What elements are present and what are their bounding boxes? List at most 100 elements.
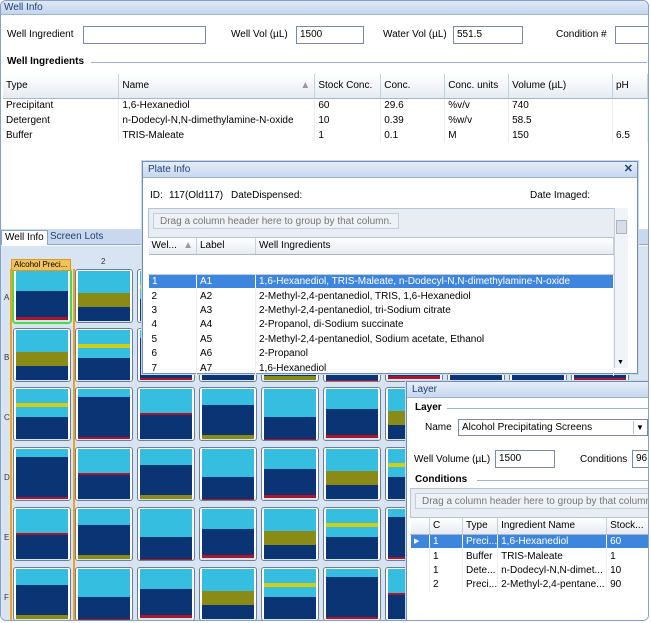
table-row[interactable]: 5 A5 2-Methyl-2,4-pentanediol, Sodium acet… (148, 332, 614, 347)
table-row[interactable]: 4 A4 2-Propanol, di-Sodium succinate (148, 317, 614, 332)
column-header-conc-units[interactable]: Conc. units (444, 74, 510, 99)
condition-field[interactable] (615, 26, 648, 44)
well-band (264, 619, 316, 620)
well-ingredient-field[interactable] (83, 26, 206, 44)
column-header-c[interactable]: C (429, 518, 463, 535)
table-cell: %v/v (444, 98, 510, 113)
column-header-stock-conc[interactable]: Stock Conc. (314, 74, 382, 99)
filter-row[interactable] (148, 254, 614, 275)
main-window: Well Info Well Ingredient Well Vol (µL) … (0, 0, 649, 621)
table-row[interactable]: Precipitant 1,6-Hexanediol 60 29.6 %v/v 740 (3, 98, 648, 113)
row-expander[interactable] (410, 548, 430, 563)
scroll-thumb[interactable] (616, 220, 627, 234)
well-image[interactable] (199, 387, 257, 441)
well-band (326, 438, 378, 440)
conditions-field[interactable]: 96 (632, 450, 648, 468)
well-image[interactable] (199, 567, 257, 620)
well-image[interactable] (137, 507, 195, 561)
tab-well-info[interactable]: Well Info (1, 230, 48, 245)
table-cell: 2-Propanol (255, 346, 614, 361)
well-image[interactable] (199, 447, 257, 501)
table-cell: 2 (429, 577, 463, 592)
well-band (264, 380, 316, 381)
table-row[interactable]: 7 A7 1,6-Hexanediol (148, 361, 614, 376)
scroll-down-icon[interactable]: ▼ (617, 359, 624, 366)
table-row[interactable]: Buffer TRIS-Maleate 1 0.1 M 150 6.5 (3, 128, 648, 143)
well-band (140, 380, 192, 381)
well-image[interactable] (75, 567, 133, 620)
row-label: A (4, 293, 10, 302)
well-band (140, 389, 192, 413)
well-image[interactable] (261, 507, 319, 561)
well-image[interactable] (75, 328, 133, 382)
column-header-label[interactable]: Label (196, 238, 256, 255)
well-band (202, 509, 254, 529)
well-image[interactable] (261, 447, 319, 501)
water-vol-field[interactable]: 551.5 (453, 26, 523, 44)
column-header-conc[interactable]: Conc. (380, 74, 446, 99)
well-band (78, 271, 130, 293)
table-row[interactable]: 1 Dete... n-Dodecyl-N,N-dimet... 10 (410, 563, 648, 578)
table-cell: 10 (314, 113, 382, 128)
well-band (264, 569, 316, 583)
well-image[interactable] (261, 567, 319, 620)
column-header-stock[interactable]: Stock... (606, 518, 648, 535)
group-by-box[interactable]: Drag a column header here to group by th… (410, 488, 648, 518)
well-image[interactable] (137, 567, 195, 620)
well-image[interactable] (75, 447, 133, 501)
column-header-volume[interactable]: Volume (µL) (508, 74, 613, 99)
well-vol-field[interactable]: 1500 (296, 26, 364, 44)
well-band (140, 499, 192, 500)
well-ingredients-heading: Well Ingredients (7, 56, 85, 67)
well-image[interactable] (323, 507, 381, 561)
column-header-name[interactable]: Name ▲ (118, 74, 316, 99)
table-row[interactable]: 1 A1 1,6-Hexanediol, TRIS-Maleate, n-Dodec… (148, 273, 614, 289)
row-expander[interactable] (410, 563, 430, 578)
layer-name-select[interactable]: Alcohol Precipitating Screens ▼ (458, 419, 648, 436)
well-image[interactable] (75, 387, 133, 441)
column-header-well-ingredients[interactable]: Well Ingredients (255, 238, 614, 255)
layer-tab[interactable]: Alcohol Preci... (11, 259, 71, 271)
well-band (326, 449, 378, 471)
well-image[interactable] (323, 387, 381, 441)
table-row[interactable]: 3 A3 2-Methyl-2,4-pentanediol, tri-Sodium … (148, 303, 614, 318)
table-row[interactable]: 2 A2 2-Methyl-2,4-pentanediol, TRIS, 1,6-H… (148, 288, 614, 303)
name-label: Name (425, 422, 452, 433)
table-row[interactable]: 6 A6 2-Propanol (148, 346, 614, 361)
table-row[interactable]: ▶ 1 Preci... 1,6-Hexanediol 60 (410, 533, 648, 549)
plate-info-panel: Plate Info ✕ ID: 117(Old117) DateDispens… (142, 161, 638, 376)
well-image[interactable] (137, 447, 195, 501)
table-cell: n-Dodecyl-N,N-dimethylamine-N-oxide (118, 113, 316, 128)
well-image[interactable] (199, 507, 257, 561)
well-image[interactable] (137, 387, 195, 441)
well-image[interactable] (323, 447, 381, 501)
table-row[interactable]: 2 Preci... 2-Methyl-2,4-pentane... 90 (410, 577, 648, 592)
well-image[interactable] (323, 567, 381, 620)
row-expander[interactable] (410, 577, 430, 592)
table-cell: %w/v (444, 113, 510, 128)
well-band (78, 525, 130, 555)
table-row[interactable]: Detergent n-Dodecyl-N,N-dimethylamine-N-o… (3, 113, 648, 128)
close-icon[interactable]: ✕ (624, 164, 633, 175)
tab-screen-lots[interactable]: Screen Lots (47, 230, 106, 245)
column-header-type[interactable]: Type (462, 518, 499, 535)
column-header-ph[interactable]: pH (612, 74, 648, 99)
table-row[interactable]: 1 Buffer TRIS-Maleate 1 (410, 548, 648, 563)
well-image[interactable] (261, 387, 319, 441)
well-band (326, 527, 378, 537)
column-header-well[interactable]: Wel... ▲ (148, 238, 197, 255)
table-cell: 90 (606, 577, 648, 592)
column-header-type[interactable]: Type (3, 74, 120, 99)
column-header-ingredient-name[interactable]: Ingredient Name (497, 518, 608, 535)
table-cell: 6.5 (612, 128, 648, 143)
chevron-down-icon[interactable]: ▼ (633, 421, 646, 434)
well-image[interactable] (75, 507, 133, 561)
group-by-box[interactable]: Drag a column header here to group by th… (148, 208, 618, 238)
row-expander[interactable]: ▶ (410, 533, 430, 549)
table-cell: 1,6-Hexanediol (118, 98, 316, 113)
table-cell: 1 (606, 548, 648, 563)
vertical-scrollbar[interactable]: ▼ (614, 208, 628, 368)
table-cell: A6 (196, 346, 256, 361)
well-volume-field[interactable]: 1500 (495, 450, 555, 468)
well-image[interactable] (75, 269, 133, 323)
